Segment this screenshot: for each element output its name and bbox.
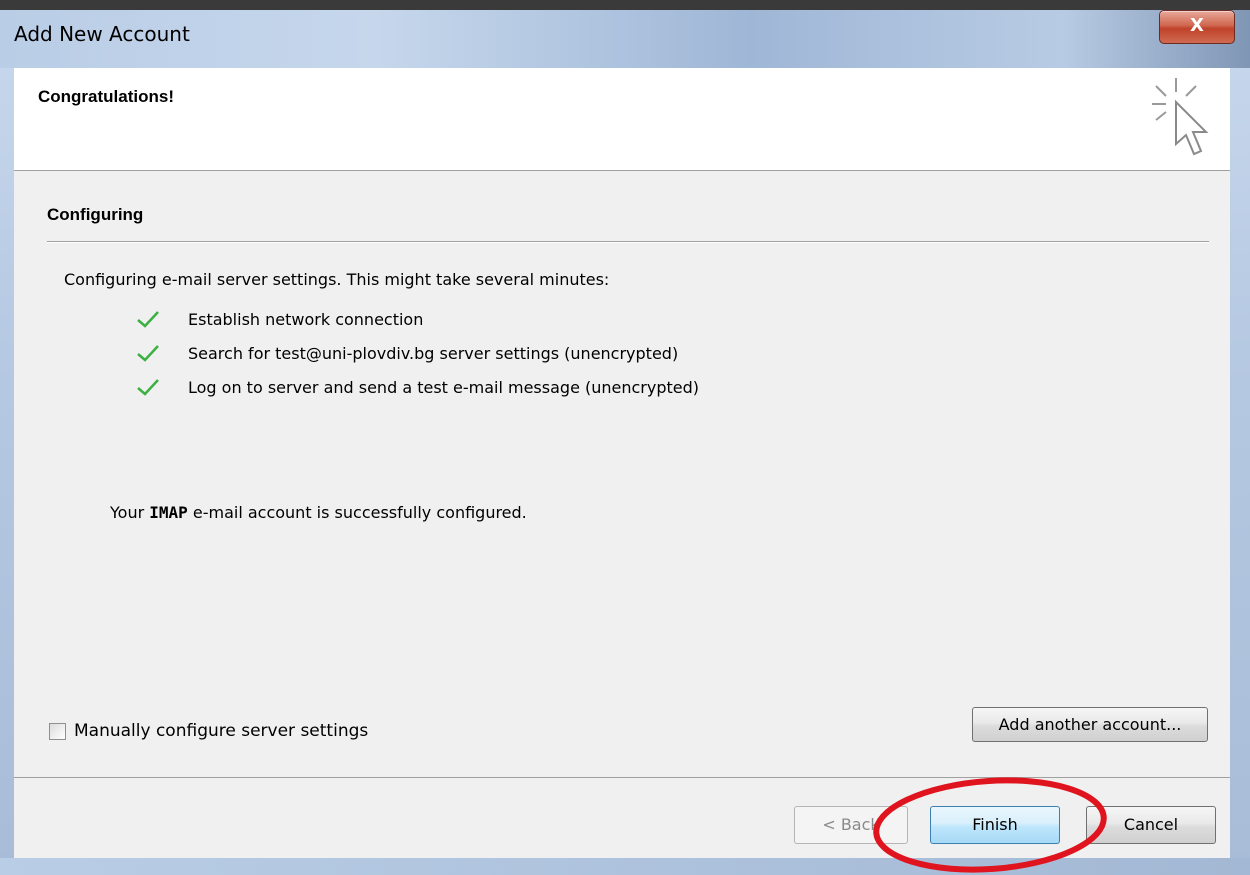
footer-bar: < Back Finish Cancel	[14, 778, 1230, 858]
title-bar-shade	[0, 0, 1250, 10]
cancel-button[interactable]: Cancel	[1086, 806, 1216, 844]
result-prefix: Your	[110, 503, 150, 522]
header-panel: Congratulations!	[14, 68, 1230, 171]
finish-button[interactable]: Finish	[930, 806, 1060, 844]
check-icon	[137, 379, 159, 396]
section-title: Configuring	[47, 205, 144, 224]
add-new-account-dialog: Add New Account X Congratulations! Confi…	[0, 0, 1250, 875]
step-item: Search for test@uni-plovdiv.bg server se…	[136, 340, 678, 366]
step-item: Establish network connection	[136, 306, 423, 332]
title-bar[interactable]: Add New Account X	[0, 0, 1250, 68]
close-icon: X	[1190, 15, 1204, 36]
manual-config-checkbox[interactable]	[49, 722, 66, 740]
manual-config-option[interactable]: Manually configure server settings	[49, 721, 368, 741]
back-button: < Back	[794, 806, 908, 844]
close-button[interactable]: X	[1159, 10, 1235, 44]
content-panel: Configuring Configuring e-mail server se…	[14, 171, 1230, 777]
step-label: Log on to server and send a test e-mail …	[188, 377, 700, 397]
cursor-sparkle-icon	[1152, 78, 1209, 156]
section-divider	[47, 241, 1209, 243]
manual-config-label[interactable]: Manually configure server settings	[74, 721, 368, 741]
step-label: Establish network connection	[188, 309, 424, 329]
result-message: Your IMAP e-mail account is successfully…	[110, 503, 527, 522]
window-title: Add New Account	[14, 22, 190, 46]
result-suffix: e-mail account is successfully configure…	[187, 503, 527, 522]
check-icon	[137, 345, 159, 362]
step-item: Log on to server and send a test e-mail …	[136, 374, 699, 400]
step-label: Search for test@uni-plovdiv.bg server se…	[188, 343, 679, 363]
add-another-account-button[interactable]: Add another account...	[972, 707, 1208, 742]
window-bottom-edge	[0, 858, 1250, 875]
header-title: Congratulations!	[38, 87, 174, 106]
check-icon	[137, 311, 159, 328]
account-type: IMAP	[149, 503, 188, 522]
section-description: Configuring e-mail server settings. This…	[64, 270, 610, 289]
